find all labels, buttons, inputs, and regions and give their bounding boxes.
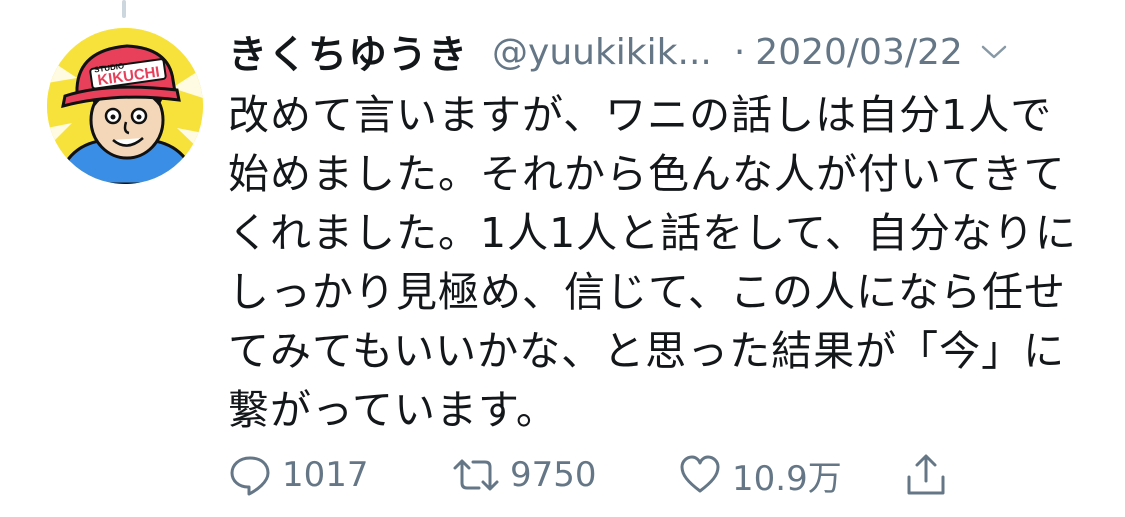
heart-icon: [678, 453, 722, 497]
reply-count: 1017: [282, 455, 369, 495]
separator-dot: ·: [733, 31, 746, 73]
tweet-text-line: 改めて言いますが、ワニの話しは自分1人で: [228, 91, 1053, 139]
tweet-header: きくちゆうき @yuukikik... · 2020/03/22: [228, 22, 1085, 82]
tweet-text-line: てみてもいいかな、と思った結果が「今」に: [228, 327, 1066, 375]
tweet-text-line: 繋がっています。: [228, 386, 558, 434]
reply-icon: [228, 453, 272, 497]
display-name[interactable]: きくちゆうき: [228, 24, 468, 80]
thread-connector-line: [122, 0, 126, 18]
share-button[interactable]: [904, 450, 948, 500]
retweet-icon: [452, 453, 500, 497]
tweet-text-line: くれました。1人1人と話をして、自分なりに: [228, 209, 1077, 257]
user-handle[interactable]: @yuukikik...: [492, 32, 712, 73]
share-icon: [904, 453, 948, 497]
tweet-text: 改めて言いますが、ワニの話しは自分1人で 始めました。それから色んな人が付いてき…: [228, 86, 1088, 440]
tweet-actions: 1017 9750 10.9万: [228, 450, 988, 500]
reply-button[interactable]: 1017: [228, 450, 369, 500]
retweet-count: 9750: [510, 455, 597, 495]
tweet-text-line: 始めました。それから色んな人が付いてきて: [228, 150, 1066, 198]
tweet-text-line: しっかり見極め、信じて、この人になら任せ: [228, 268, 1066, 316]
like-button[interactable]: 10.9万: [678, 450, 842, 500]
chevron-down-icon[interactable]: [981, 39, 1007, 65]
like-count: 10.9万: [732, 458, 842, 499]
avatar-cap-text: STUDIO KIKUCHI: [94, 61, 161, 89]
tweet-date[interactable]: 2020/03/22: [755, 32, 963, 73]
retweet-button[interactable]: 9750: [452, 450, 597, 500]
avatar[interactable]: STUDIO KIKUCHI: [47, 28, 203, 184]
